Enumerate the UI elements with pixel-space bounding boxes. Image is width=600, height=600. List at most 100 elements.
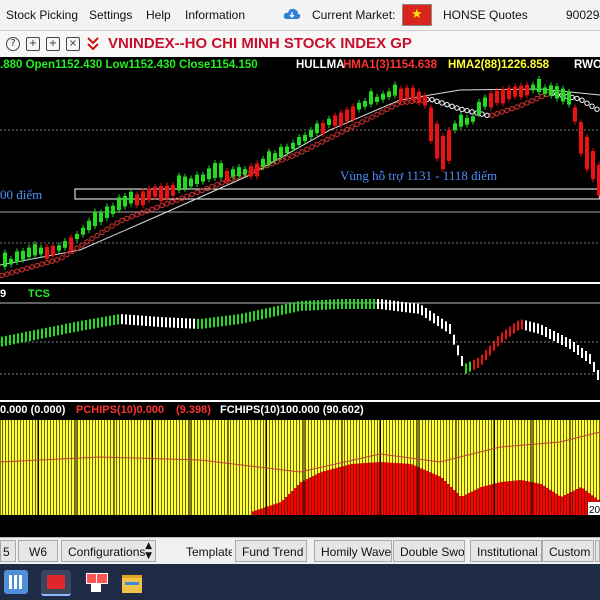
candle-body [447,130,451,161]
market-quotes-label[interactable]: HONSE Quotes [443,8,528,22]
tab-homily-wave[interactable]: Homily Wave [314,540,392,562]
chips-yellow-bar [81,420,84,515]
tcs-oscillator-canvas[interactable]: 9 TCS [0,284,600,400]
candle-body [513,86,517,97]
chips-red-bar [447,484,450,515]
candle-body [573,107,577,122]
candle-body [303,134,307,141]
candle-body [39,247,43,255]
hull-circle [184,193,190,200]
tab-overflow[interactable] [595,540,600,562]
chips-yellow-bar [84,420,87,515]
chips-red-bar [309,477,312,515]
hull-circle [129,213,135,220]
hull-circle [209,184,215,190]
hull-circle [354,121,360,128]
menu-information[interactable]: Information [185,8,245,22]
calculator-icon[interactable] [4,570,28,594]
chips-red-bar [582,488,585,515]
tcs-oscillator-panel[interactable]: 9 TCS [0,284,600,400]
price-chart-canvas[interactable]: Vùng hỗ trợ 1131 - 1118 điểm 00 điểm [0,75,600,282]
price-chart-panel[interactable]: Vùng hỗ trợ 1131 - 1118 điểm 00 điểm [0,75,600,282]
chips-yellow-bar [171,420,174,515]
chevron-icon[interactable] [86,36,100,52]
pchips-value: (9.398) [176,404,211,416]
candle-body [429,107,433,141]
spinner-arrows-icon[interactable]: ▲ ▼ [145,541,152,561]
chips-yellow-bar [153,420,156,515]
candle-body [159,186,163,202]
close-icon[interactable]: × [66,37,80,51]
tcs-oscillator-bars [1,299,599,380]
menu-help[interactable]: Help [146,8,171,22]
tab-w6[interactable]: W6 [18,540,58,562]
cloud-icon[interactable] [283,7,301,21]
hull-circle [189,191,195,198]
candle-body [405,87,409,99]
candle-body [327,118,331,125]
candle-body [177,175,181,191]
hull-circle [9,269,15,276]
chips-red-bar [522,480,525,515]
network-icon[interactable] [84,570,108,594]
candle-body [381,93,385,100]
candle-body [93,211,97,226]
hull-circle [574,95,580,102]
menu-stock-picking[interactable]: Stock Picking [6,8,78,22]
red-app-icon[interactable] [41,570,71,596]
chips-histogram-bars [0,420,600,515]
chips-red-bar [345,465,348,515]
tab-double-sword[interactable]: Double Swor [393,540,465,562]
menu-settings[interactable]: Settings [89,8,132,22]
chips-yellow-bar [117,420,120,515]
add-icon[interactable]: + [26,37,40,51]
candle-body [255,163,259,177]
candle-body [345,109,349,122]
chips-histogram-canvas[interactable]: 0.000 (0.000) PCHIPS(10)0.000 (9.398) FC… [0,402,600,516]
chips-red-bar [483,486,486,515]
chips-red-bar [423,469,426,515]
hull-circle [109,223,115,229]
vietnam-flag-icon[interactable]: ★ [402,4,432,26]
chips-yellow-bar [54,420,57,515]
candle-body [135,194,139,206]
candle-body [387,91,391,98]
chips-red-bar [405,463,408,515]
chips-histogram-panel[interactable]: 0.000 (0.000) PCHIPS(10)0.000 (9.398) FC… [0,402,600,516]
tab-institutional[interactable]: Institutional A [470,540,542,562]
candle-body [153,186,157,197]
candle-body [411,87,415,100]
hull-circle [484,112,490,118]
chips-red-bar [465,494,468,515]
hull-circle [524,100,530,106]
hull-circle [99,229,105,236]
candle-body [453,123,457,130]
candle-body [165,185,169,199]
candle-body [465,117,469,125]
hull-circle [54,257,60,263]
add-window-icon[interactable]: + [46,37,60,51]
chips-yellow-bar [99,420,102,515]
tab-configurations[interactable]: Configurations ▲ ▼ [61,540,156,562]
candle-body [291,142,295,149]
hull-circle [444,101,450,108]
tab-template[interactable]: Template [179,540,233,562]
candle-body [189,178,193,187]
chips-red-bar [288,494,291,515]
chips-red-bar [411,464,414,515]
tab-fund-trend[interactable]: Fund Trend [235,540,307,562]
candle-body [57,245,61,251]
hull-circle [24,265,30,272]
candle-body [99,212,103,222]
chips-red-bar [495,483,498,515]
tab-custom[interactable]: Custom [542,540,594,562]
candle-body [123,195,127,207]
tab-5[interactable]: 5 [0,540,16,562]
candle-body [279,146,283,157]
hull-circle [429,96,435,103]
chips-red-bar [291,491,294,515]
help-icon[interactable]: ? [6,37,20,51]
chips-yellow-bar [180,420,183,515]
hull-circle [49,258,55,264]
file-explorer-icon[interactable] [120,570,144,594]
